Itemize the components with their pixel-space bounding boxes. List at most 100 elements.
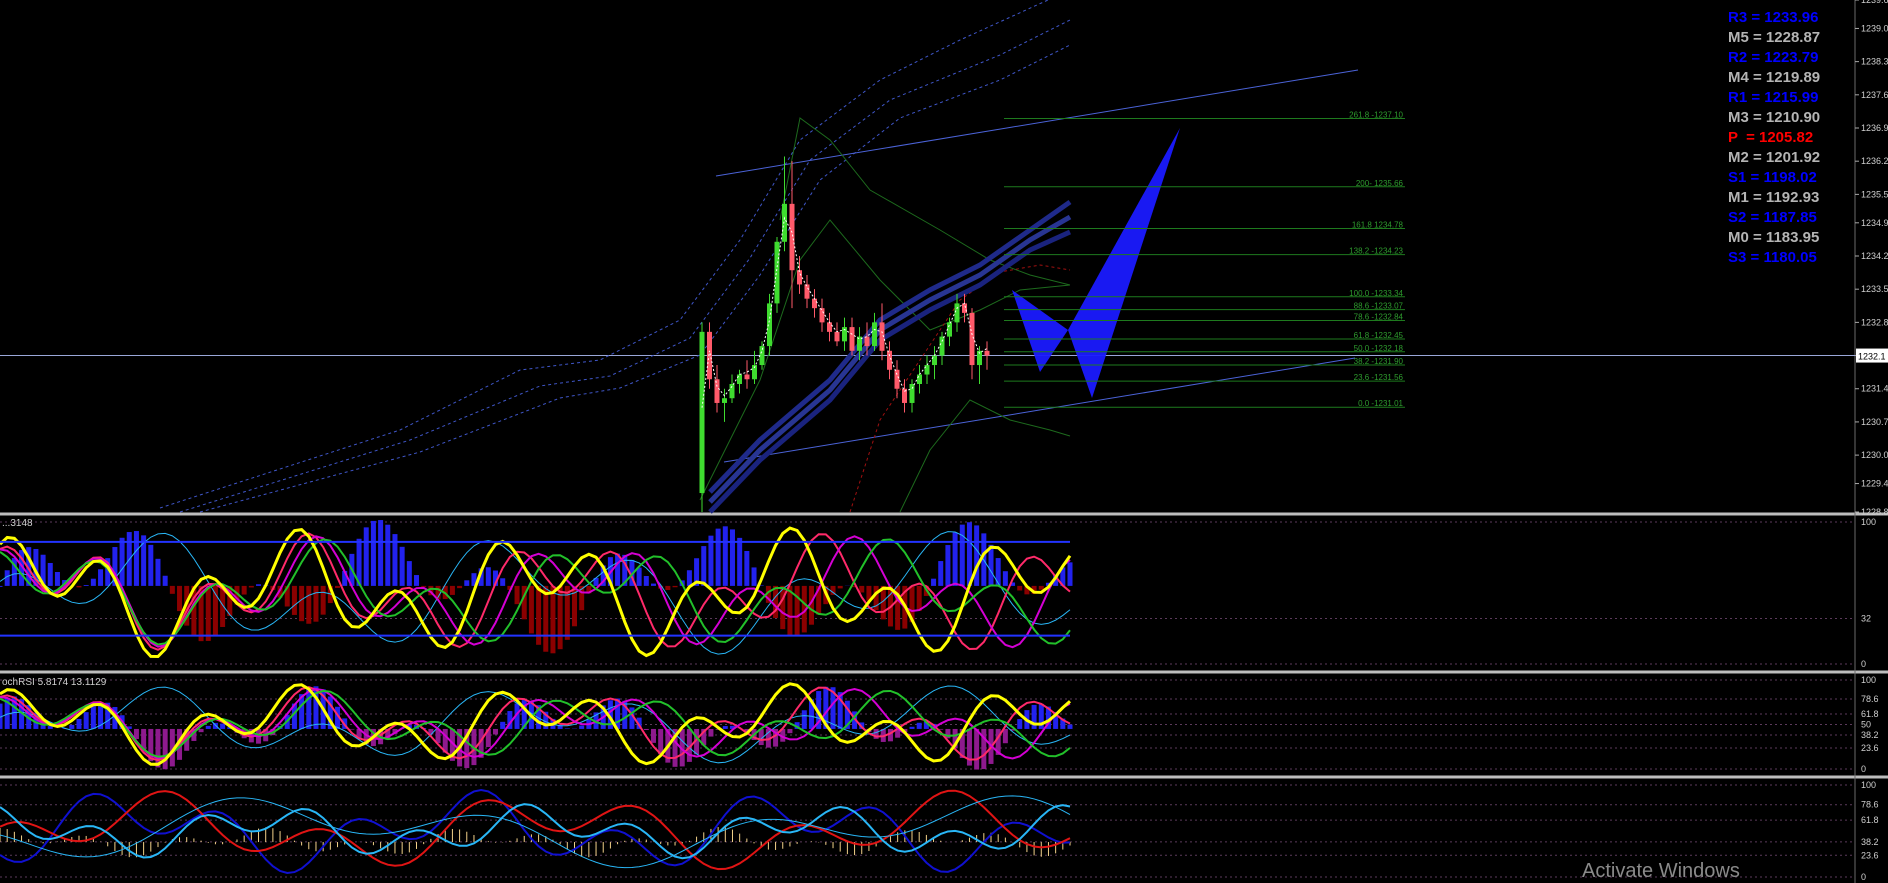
candle-body-14 xyxy=(804,284,810,299)
pane3-level-label-3: 38.2 xyxy=(1861,837,1879,847)
pane1-hist-145 xyxy=(1038,585,1044,590)
candle-body-16 xyxy=(819,308,825,323)
candle-body-3 xyxy=(722,398,727,403)
pane2-level-label-1: 78.6 xyxy=(1861,694,1879,704)
pane3-level-label-2: 61.8 xyxy=(1861,815,1879,825)
pane1-hist-21 xyxy=(148,544,154,586)
candle-body-10 xyxy=(774,241,780,304)
candle-body-11 xyxy=(782,203,787,242)
pane3-level-label-1: 78.6 xyxy=(1861,800,1879,810)
candle-body-13 xyxy=(797,270,802,285)
candle-body-36 xyxy=(969,312,975,366)
pane1-hist-120 xyxy=(859,585,865,593)
pane1-hist-22 xyxy=(155,558,161,586)
pane2-hist-140 xyxy=(1002,728,1008,744)
candle-body-23 xyxy=(872,322,877,347)
candle-body-17 xyxy=(827,322,832,332)
candle-body-38 xyxy=(984,350,990,356)
pane1-hist-104 xyxy=(744,551,750,586)
pivot-r1: R1 = 1215.99 xyxy=(1728,89,1819,106)
pane2-hist-29 xyxy=(205,725,211,729)
pane2-level-label-4: 38.2 xyxy=(1861,730,1879,740)
pane2-hist-12 xyxy=(83,712,89,729)
pane1-hist-64 xyxy=(457,585,463,589)
current-price-label: 1232.1 xyxy=(1858,352,1886,362)
pane2-hist-112 xyxy=(801,710,807,729)
pane2-hist-92 xyxy=(658,728,664,755)
pane2-hist-124 xyxy=(887,728,893,742)
candle-body-34 xyxy=(954,303,960,323)
candle-body-6 xyxy=(744,374,750,380)
pane1-hist-142 xyxy=(1017,585,1023,591)
pane1-hist-35 xyxy=(248,585,254,588)
pane1-hist-29 xyxy=(205,585,211,641)
pane2-hist-11 xyxy=(76,718,82,729)
pane1-hist-91 xyxy=(650,583,656,586)
pane2-level-label-2: 61.8 xyxy=(1861,709,1879,719)
pane2-hist-91 xyxy=(650,728,656,743)
pivot-m1: M1 = 1192.93 xyxy=(1728,189,1820,206)
pane2-hist-43 xyxy=(306,688,312,729)
price-tick-label-5: 1236.2 xyxy=(1861,156,1888,166)
pane1-hist-36 xyxy=(256,584,262,586)
candle-body-5 xyxy=(737,374,742,384)
pane2-hist-81 xyxy=(579,725,585,729)
pane1-hist-51 xyxy=(363,527,369,586)
chart-canvas: 1239.6 1239.0 1238.3 1237.6 1236.9 1236.2 1235… xyxy=(0,0,1888,883)
band-red-dashed xyxy=(849,264,1071,513)
pane2-level-label-6: 0 xyxy=(1861,764,1866,774)
pane1-hist-100 xyxy=(715,528,721,586)
pivot-r2: R2 = 1223.79 xyxy=(1728,49,1819,66)
pane1-hist-72 xyxy=(514,585,520,605)
price-tick-label-12: 1231.4 xyxy=(1861,384,1888,394)
pane2-hist-49 xyxy=(349,728,355,730)
pivot-s1: S1 = 1198.02 xyxy=(1728,169,1817,186)
pane3-level-label-5: 0 xyxy=(1861,872,1866,882)
pane2-hist-128 xyxy=(916,722,922,729)
pane1-hist-42 xyxy=(299,585,305,622)
fib-label-4: 100.0 -1233.34 xyxy=(1349,289,1403,298)
upper-trend-line xyxy=(715,69,1359,177)
pane2-hist-70 xyxy=(500,721,506,729)
pane1-hist-149 xyxy=(1067,562,1073,586)
pane1-hist-59 xyxy=(421,585,427,587)
candle-body-20 xyxy=(849,327,855,351)
pane2-hist-90 xyxy=(643,728,649,731)
fib-label-1: 200- 1235.66 xyxy=(1356,179,1404,188)
fib-label-10: 23.6 -1231.56 xyxy=(1354,373,1404,382)
pane1-hist-12 xyxy=(83,585,89,586)
pane1-hist-99 xyxy=(708,535,714,586)
pane2-hist-79 xyxy=(564,728,570,729)
price-tick-label-13: 1230.7 xyxy=(1861,417,1888,427)
pane1-hist-76 xyxy=(543,585,549,652)
pane2-hist-31 xyxy=(220,723,226,729)
pane1-hist-139 xyxy=(995,558,1001,586)
pane1-hist-135 xyxy=(966,522,972,586)
pivot-s3: S3 = 1180.05 xyxy=(1728,249,1817,266)
pane1-hist-89 xyxy=(636,567,642,586)
fib-label-9: 38.2 -1231.90 xyxy=(1354,357,1404,366)
indicator-label-1: ...3148 xyxy=(2,518,33,529)
pane1-hist-41 xyxy=(291,585,297,615)
pane1-hist-63 xyxy=(449,585,455,595)
pane1-hist-19 xyxy=(133,531,139,586)
price-tick-label-0: 1239.6 xyxy=(1861,0,1888,5)
pane1-level-label-1: 32 xyxy=(1861,614,1871,624)
pane1-hist-117 xyxy=(837,585,843,589)
candle-body-25 xyxy=(887,350,892,370)
candle-body-4 xyxy=(729,384,735,399)
price-tick-label-16: 1228.8 xyxy=(1861,507,1888,517)
pane1-hist-131 xyxy=(938,561,944,586)
pane2-hist-132 xyxy=(945,728,951,739)
pivot-m5: M5 = 1228.87 xyxy=(1728,29,1821,46)
pane1-hist-93 xyxy=(665,585,671,591)
price-tick-label-7: 1234.9 xyxy=(1861,218,1888,228)
pane1-line-4 xyxy=(0,526,1072,659)
pane1-hist-17 xyxy=(119,537,125,586)
pivot-p: P = 1205.82 xyxy=(1728,129,1814,146)
pane1-hist-109 xyxy=(780,585,786,630)
fib-label-8: 50.0 -1232.18 xyxy=(1354,344,1404,353)
pane2-hist-23 xyxy=(162,728,168,770)
pane1-hist-101 xyxy=(722,526,728,586)
price-tick-label-3: 1237.6 xyxy=(1861,90,1888,100)
